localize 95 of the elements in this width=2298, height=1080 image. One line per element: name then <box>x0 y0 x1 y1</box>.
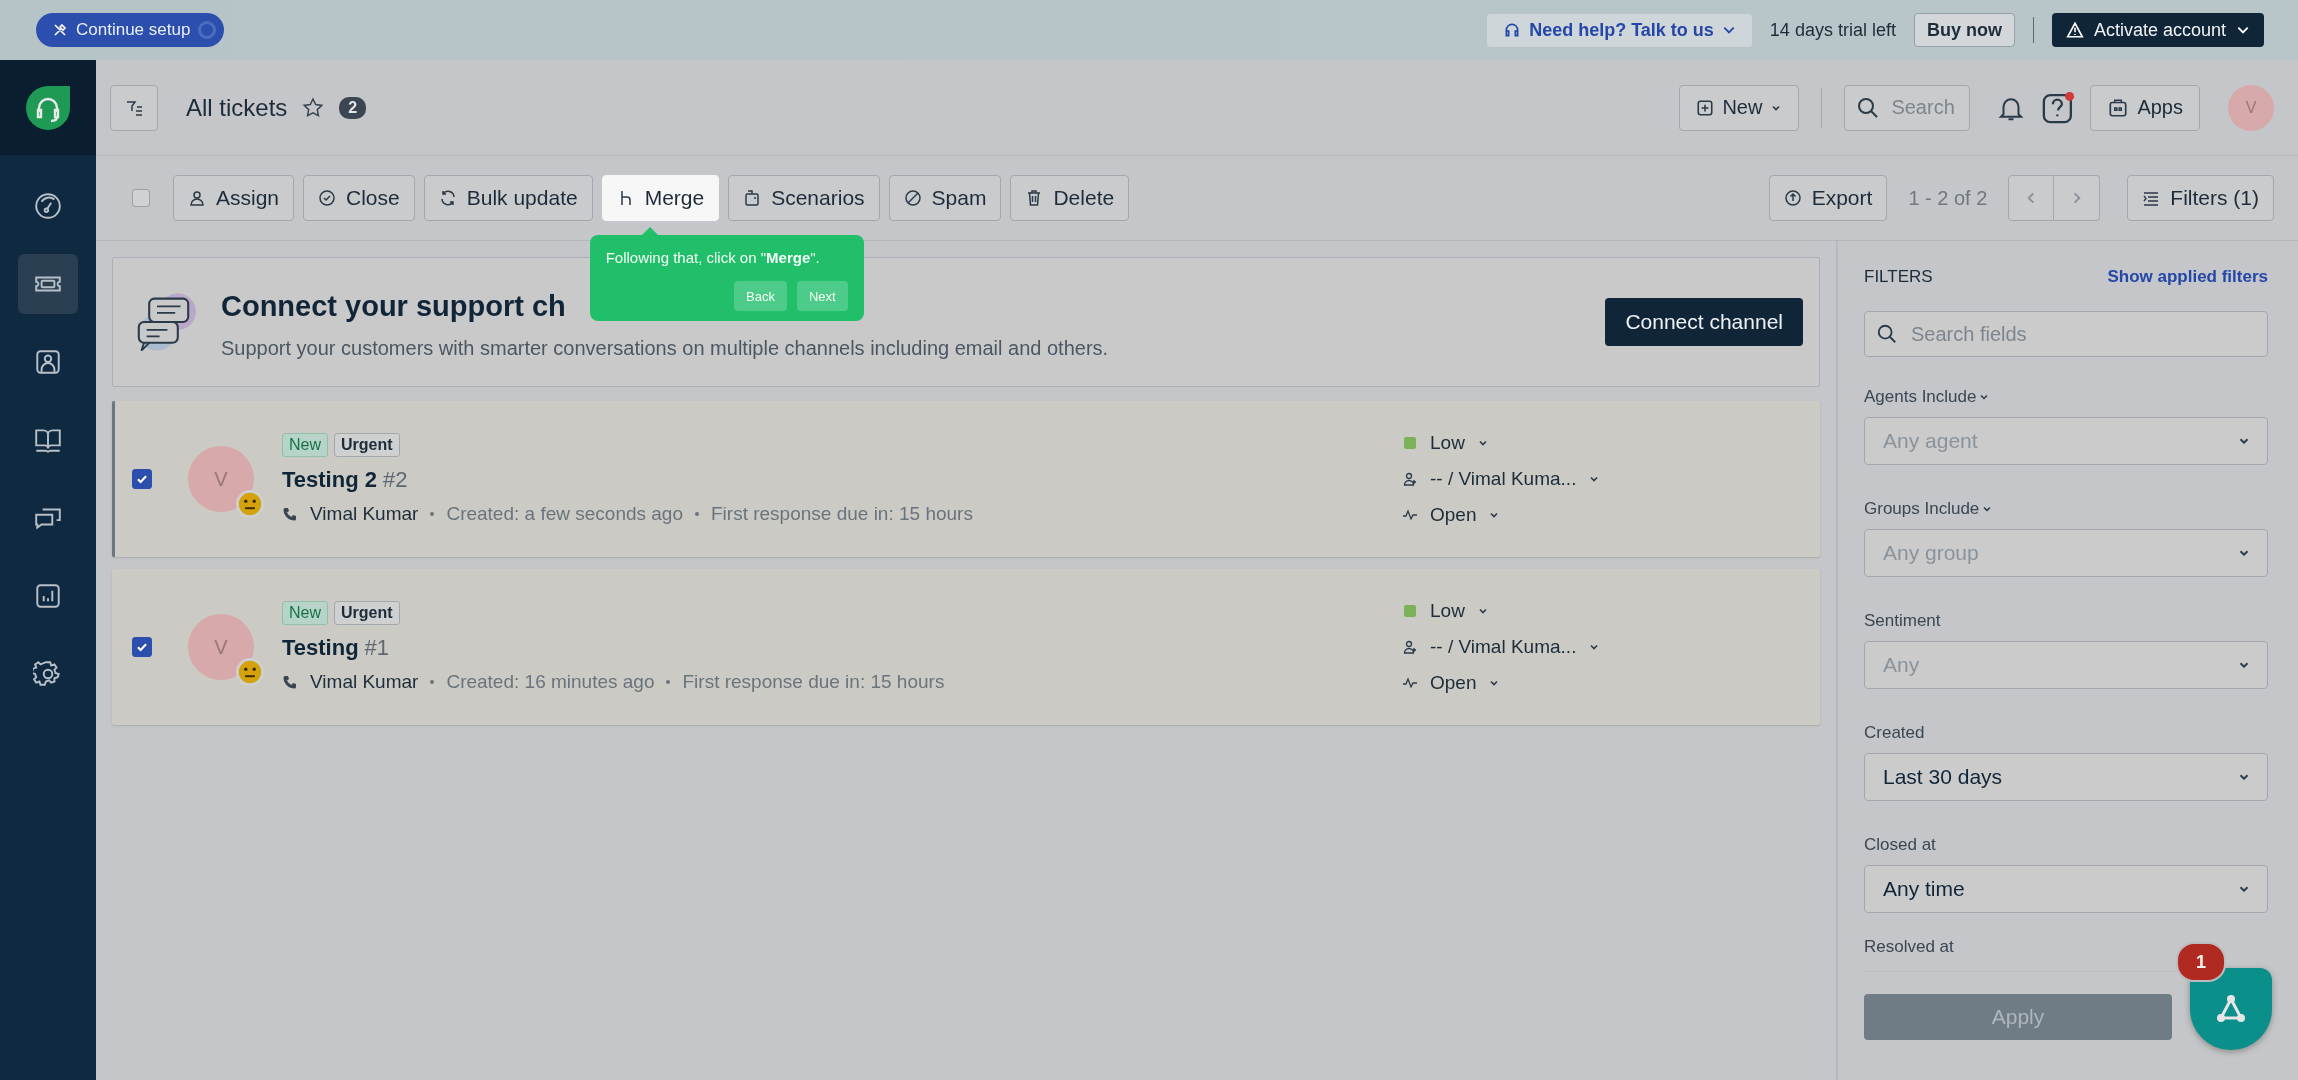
merge-button[interactable]: Merge <box>601 175 720 221</box>
status-tag: New <box>282 433 328 457</box>
new-button[interactable]: New <box>1679 84 1800 131</box>
page-title: All tickets <box>186 93 288 122</box>
tooltip-text: Following that, click on "Merge". <box>605 249 821 266</box>
help-link[interactable]: Need help? Talk to us <box>1487 13 1752 47</box>
warning-icon <box>2065 21 2084 39</box>
created-time: Created: a few seconds ago <box>446 503 683 525</box>
chat-widget-button[interactable] <box>2190 968 2272 1050</box>
gauge-icon <box>35 193 61 219</box>
search-field[interactable]: Search <box>1844 84 1971 131</box>
show-applied-filters-link[interactable]: Show applied filters <box>2107 267 2268 287</box>
bulk-update-button[interactable]: Bulk update <box>423 175 593 221</box>
ticket-number: #2 <box>382 467 408 493</box>
ticket-card[interactable]: V New Urgent Testing #1 Vimal Kumar Created: 16 minutes ago First response due in: 15 hours Low -- / Vimal Kuma... Open <box>112 569 1820 725</box>
bar-chart-icon <box>36 584 60 608</box>
ticket-icon <box>35 276 61 292</box>
tools-icon <box>52 22 68 38</box>
plus-square-icon <box>1696 98 1715 117</box>
activate-account-button[interactable]: Activate account <box>2051 13 2264 47</box>
pagination-range: 1 - 2 of 2 <box>1908 186 1988 210</box>
check-circle-icon <box>319 190 335 206</box>
first-response-due: First response due in: 15 hours <box>711 503 973 525</box>
buy-now-button[interactable]: Buy now <box>1913 13 2015 47</box>
requester-name: Vimal Kumar <box>310 503 419 525</box>
merge-icon <box>620 190 631 206</box>
trial-text: 14 days trial left <box>1769 19 1896 41</box>
status-dropdown[interactable]: Open <box>1402 670 1501 696</box>
priority-tag: Urgent <box>334 601 400 625</box>
close-button[interactable]: Close <box>303 175 415 221</box>
star-icon[interactable] <box>301 95 326 120</box>
book-icon <box>35 429 61 453</box>
filter-label: Sentiment <box>1864 611 1942 631</box>
first-response-due: First response due in: 15 hours <box>682 671 945 693</box>
ticket-count-badge: 2 <box>339 96 367 119</box>
priority-dropdown[interactable]: Low <box>1402 598 1489 624</box>
phone-icon <box>282 506 298 522</box>
scenarios-button[interactable]: Scenarios <box>728 175 880 221</box>
filter-label: Created <box>1864 723 1926 743</box>
chat-bubbles-icon <box>35 508 61 530</box>
activity-icon <box>1402 675 1418 691</box>
requester-name: Vimal Kumar <box>310 671 419 693</box>
activity-icon <box>1402 507 1418 523</box>
requester-avatar: V <box>188 614 254 680</box>
filters-heading: FILTERS <box>1864 267 1933 287</box>
person-icon <box>1402 639 1418 655</box>
filters-button[interactable]: Filters (1) <box>2127 175 2274 221</box>
notification-badge: 1 <box>2176 942 2226 982</box>
sidebar-item[interactable] <box>18 254 78 314</box>
banner-title: Connect your support ch <box>221 290 566 323</box>
person-icon <box>1402 471 1418 487</box>
ticket-number: #1 <box>364 635 390 661</box>
export-button[interactable]: Export <box>1768 175 1888 221</box>
refresh-icon <box>441 190 455 206</box>
phone-icon <box>282 674 298 690</box>
requester-avatar: V <box>188 446 254 512</box>
status-dropdown[interactable]: Open <box>1402 502 1501 528</box>
delete-button[interactable]: Delete <box>1010 175 1130 221</box>
ticket-checkbox[interactable] <box>132 637 152 657</box>
status-tag: New <box>282 601 328 625</box>
assignee-dropdown[interactable]: -- / Vimal Kuma... <box>1402 466 1601 492</box>
assign-button[interactable]: Assign <box>173 175 295 221</box>
help-icon[interactable] <box>2040 89 2077 126</box>
neutral-face-icon <box>236 658 264 686</box>
gear-icon <box>33 660 60 686</box>
ticket-title[interactable]: Testing 2 <box>282 467 377 493</box>
priority-tag: Urgent <box>334 433 400 457</box>
ticket-card[interactable]: V New Urgent Testing 2 #2 Vimal Kumar Created: a few seconds ago First response due in: 15 hours Low -- / Vimal Kuma... Open <box>112 401 1820 557</box>
neutral-face-icon <box>236 490 264 518</box>
block-icon <box>904 190 921 206</box>
filter-toggle-button[interactable] <box>110 84 158 131</box>
filter-label: Groups Include <box>1864 499 2268 519</box>
apps-button[interactable]: Apps <box>2090 84 2200 131</box>
banner-subtitle: Support your customers with smarter conversations on multiple channels including email and others. <box>221 337 1109 360</box>
assignee-dropdown[interactable]: -- / Vimal Kuma... <box>1402 634 1601 660</box>
progress-ring-icon <box>198 21 217 39</box>
priority-dropdown[interactable]: Low <box>1402 430 1489 456</box>
filter-list-icon <box>2142 189 2161 207</box>
spam-button[interactable]: Spam <box>888 175 1002 221</box>
filter-label: Agents Include <box>1864 387 2268 407</box>
filter-label: Closed at <box>1864 835 1937 855</box>
ticket-title[interactable]: Testing <box>282 635 359 661</box>
filter-dropdown[interactable]: Last 30 days <box>1864 753 2268 801</box>
headset-logo-icon <box>24 83 72 132</box>
select-all-checkbox[interactable] <box>132 189 150 207</box>
export-icon <box>1783 189 1802 207</box>
ticket-checkbox[interactable] <box>132 469 152 489</box>
contact-card-icon <box>36 350 60 374</box>
created-time: Created: 16 minutes ago <box>446 671 655 693</box>
continue-setup-button[interactable]: Continue setup <box>36 13 225 47</box>
connect-channel-button[interactable]: Connect channel <box>1605 298 1803 346</box>
search-fields-input[interactable]: Search fields <box>1864 311 2268 357</box>
person-icon <box>190 191 204 206</box>
filter-dropdown[interactable]: Any time <box>1864 865 2268 913</box>
trash-icon <box>1027 190 1042 206</box>
